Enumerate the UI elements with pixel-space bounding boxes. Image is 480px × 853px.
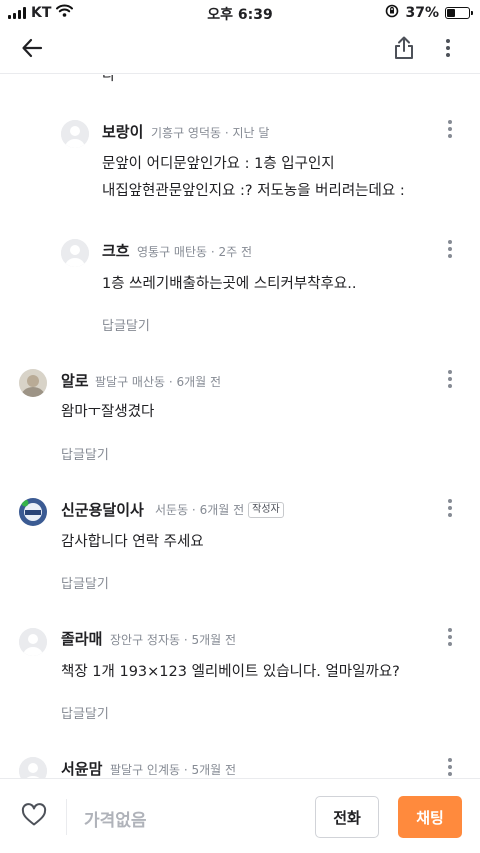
status-bar: KT 오후 6:39 37% [0,0,480,26]
comment-more-button[interactable] [440,625,460,649]
avatar[interactable] [19,498,47,526]
comment-body-line: 내집앞현관문앞인지요 :? 저도농을 버리려는데요 : [102,183,405,199]
comment-body-line: 책장 1개 193×123 엘리베이트 있습니다. 얼마일까요? [61,664,400,680]
profile-photo-icon [19,369,47,397]
default-avatar-icon [19,757,47,778]
comment-author[interactable]: 보랑이 [102,121,143,142]
comment-body-line: 문앞이 어디문앞인가요 : 1층 입구인지 [102,156,335,172]
battery-icon [445,7,473,19]
chat-button[interactable]: 채팅 [398,796,462,838]
comment-body-partial: 다 [102,75,116,84]
price-label: 가격없음 [84,811,147,831]
comment-more-button[interactable] [440,367,460,391]
comment-author[interactable]: 서윤맘 [61,758,102,778]
comment-meta: 장안구 정자동 · 5개월 전 [110,633,237,647]
reply-button[interactable]: 답글달기 [61,703,109,722]
comment-more-button[interactable] [440,237,460,261]
battery-percent: 37% [405,5,439,21]
heart-outline-icon [21,803,47,831]
comment-more-button[interactable] [440,496,460,520]
profile-photo-icon [19,498,47,526]
avatar[interactable] [19,369,47,397]
author-badge: 작성자 [248,501,284,518]
bottom-action-bar: 가격없음 전화 채팅 [0,778,480,853]
default-avatar-icon [61,239,89,267]
more-vertical-icon [445,38,451,62]
default-avatar-icon [19,628,47,656]
reply-button[interactable]: 답글달기 [61,573,109,592]
app-header [0,26,480,74]
comment-more-button[interactable] [440,117,460,141]
comment-body-line: 왐마ㅜ잘생겼다 [61,404,155,420]
divider [66,799,67,835]
comment-body-line: 감사합니다 연락 주세요 [61,534,204,550]
avatar[interactable] [61,239,89,267]
comment-author[interactable]: 알로 [61,370,89,391]
reply-button[interactable]: 답글달기 [102,315,150,334]
comment-more-button[interactable] [440,755,460,778]
default-avatar-icon [61,120,89,148]
share-icon [392,35,416,65]
arrow-left-icon [20,36,44,64]
comment-meta: 서둔동 · 6개월 전 작성자 [155,501,284,518]
comment-meta: 팔달구 매산동 · 6개월 전 [95,375,222,389]
avatar[interactable] [19,628,47,656]
more-button[interactable] [432,34,464,66]
comment-author[interactable]: 졸라매 [61,628,102,649]
share-button[interactable] [388,34,420,66]
comment-meta: 기흥구 영덕동 · 지난 달 [151,126,270,140]
comment-meta: 영통구 매탄동 · 2주 전 [137,245,253,259]
call-button[interactable]: 전화 [315,796,379,838]
comment-meta: 팔달구 인계동 · 5개월 전 [110,763,237,777]
orientation-lock-icon [385,4,399,22]
comment-list: 다 보랑이 기흥구 영덕동 · 지난 달 문앞이 어디문앞인가요 : 1층 입구… [0,75,480,778]
comment-body-line: 1층 쓰레기배출하는곳에 스티커부착후요.. [102,276,357,292]
reply-button[interactable]: 답글달기 [61,444,109,463]
comment-author[interactable]: 신군용달이사 [61,499,144,520]
avatar[interactable] [19,757,47,778]
back-button[interactable] [16,34,48,66]
like-button[interactable] [18,801,50,833]
comment-author[interactable]: 크흐 [102,240,130,261]
avatar[interactable] [61,120,89,148]
